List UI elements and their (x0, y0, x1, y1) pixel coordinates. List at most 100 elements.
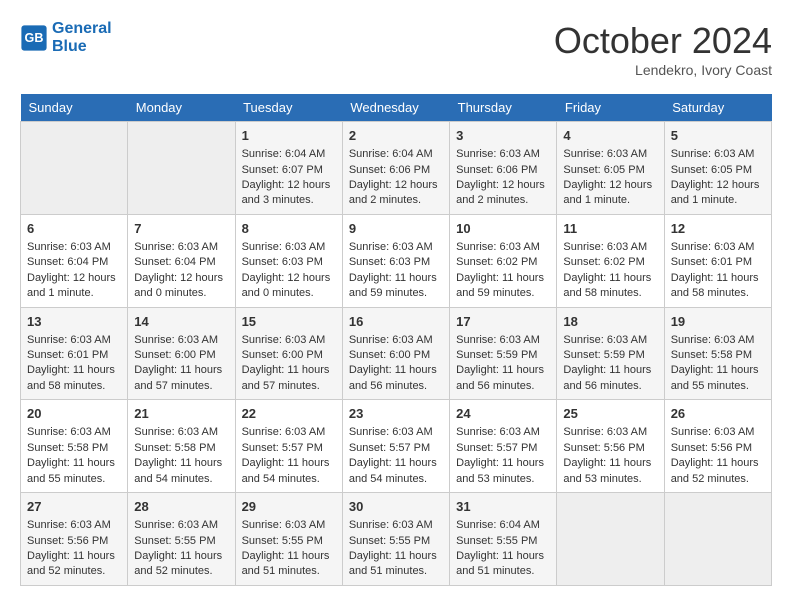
logo-text2: Blue (52, 38, 112, 56)
calendar-cell: 14Sunrise: 6:03 AMSunset: 6:00 PMDayligh… (128, 307, 235, 400)
day-number: 2 (349, 127, 443, 145)
day-info: Sunrise: 6:03 AM (242, 333, 336, 348)
calendar-week-row: 27Sunrise: 6:03 AMSunset: 5:56 PMDayligh… (21, 493, 772, 586)
day-info: Sunset: 5:55 PM (456, 534, 550, 549)
calendar-cell: 26Sunrise: 6:03 AMSunset: 5:56 PMDayligh… (664, 400, 771, 493)
day-info: Sunrise: 6:03 AM (349, 425, 443, 440)
day-info: Sunrise: 6:03 AM (456, 425, 550, 440)
day-header-tuesday: Tuesday (235, 94, 342, 122)
day-number: 1 (242, 127, 336, 145)
day-number: 11 (563, 220, 657, 238)
location: Lendekro, Ivory Coast (554, 62, 772, 78)
day-number: 30 (349, 498, 443, 516)
day-number: 23 (349, 405, 443, 423)
day-info: Sunset: 6:04 PM (134, 255, 228, 270)
calendar-cell: 23Sunrise: 6:03 AMSunset: 5:57 PMDayligh… (342, 400, 449, 493)
calendar-cell: 5Sunrise: 6:03 AMSunset: 6:05 PMDaylight… (664, 122, 771, 215)
calendar-cell: 17Sunrise: 6:03 AMSunset: 5:59 PMDayligh… (450, 307, 557, 400)
calendar-cell: 11Sunrise: 6:03 AMSunset: 6:02 PMDayligh… (557, 214, 664, 307)
calendar-cell: 16Sunrise: 6:03 AMSunset: 6:00 PMDayligh… (342, 307, 449, 400)
calendar-cell: 25Sunrise: 6:03 AMSunset: 5:56 PMDayligh… (557, 400, 664, 493)
calendar-cell: 2Sunrise: 6:04 AMSunset: 6:06 PMDaylight… (342, 122, 449, 215)
day-number: 15 (242, 313, 336, 331)
calendar-table: SundayMondayTuesdayWednesdayThursdayFrid… (20, 94, 772, 586)
calendar-cell: 6Sunrise: 6:03 AMSunset: 6:04 PMDaylight… (21, 214, 128, 307)
day-header-saturday: Saturday (664, 94, 771, 122)
day-number: 12 (671, 220, 765, 238)
day-info: Sunrise: 6:03 AM (563, 425, 657, 440)
day-number: 6 (27, 220, 121, 238)
day-info: Sunrise: 6:03 AM (349, 240, 443, 255)
day-info: Sunset: 6:03 PM (349, 255, 443, 270)
day-number: 4 (563, 127, 657, 145)
day-info: Daylight: 11 hours and 56 minutes. (349, 363, 443, 394)
day-info: Sunset: 6:06 PM (456, 163, 550, 178)
day-number: 9 (349, 220, 443, 238)
day-info: Sunrise: 6:03 AM (349, 518, 443, 533)
day-info: Daylight: 11 hours and 51 minutes. (349, 549, 443, 580)
month-title: October 2024 (554, 20, 772, 62)
day-header-thursday: Thursday (450, 94, 557, 122)
day-info: Sunset: 6:07 PM (242, 163, 336, 178)
calendar-cell: 31Sunrise: 6:04 AMSunset: 5:55 PMDayligh… (450, 493, 557, 586)
day-info: Sunrise: 6:03 AM (671, 147, 765, 162)
day-info: Daylight: 11 hours and 53 minutes. (563, 456, 657, 487)
day-info: Sunrise: 6:04 AM (349, 147, 443, 162)
day-info: Sunrise: 6:03 AM (349, 333, 443, 348)
day-number: 21 (134, 405, 228, 423)
day-info: Sunrise: 6:03 AM (671, 240, 765, 255)
day-info: Daylight: 12 hours and 1 minute. (671, 178, 765, 209)
day-info: Sunrise: 6:03 AM (134, 518, 228, 533)
day-info: Sunrise: 6:03 AM (134, 240, 228, 255)
day-info: Daylight: 11 hours and 54 minutes. (242, 456, 336, 487)
day-info: Daylight: 11 hours and 52 minutes. (134, 549, 228, 580)
day-info: Sunset: 5:57 PM (242, 441, 336, 456)
day-number: 17 (456, 313, 550, 331)
day-info: Daylight: 11 hours and 51 minutes. (456, 549, 550, 580)
day-info: Daylight: 11 hours and 55 minutes. (671, 363, 765, 394)
calendar-cell: 12Sunrise: 6:03 AMSunset: 6:01 PMDayligh… (664, 214, 771, 307)
day-info: Sunrise: 6:03 AM (242, 425, 336, 440)
day-info: Daylight: 12 hours and 0 minutes. (242, 271, 336, 302)
day-info: Sunset: 5:56 PM (671, 441, 765, 456)
day-info: Sunset: 6:01 PM (27, 348, 121, 363)
day-info: Daylight: 12 hours and 3 minutes. (242, 178, 336, 209)
day-number: 10 (456, 220, 550, 238)
calendar-cell: 22 Sunrise: 6:03 AMSunset: 5:57 PMDayligh… (235, 400, 342, 493)
page-header: GB General Blue October 2024 Lendekro, I… (20, 20, 772, 78)
day-info: Sunset: 5:59 PM (563, 348, 657, 363)
day-number: 22 (242, 405, 336, 423)
day-header-friday: Friday (557, 94, 664, 122)
calendar-cell: 28Sunrise: 6:03 AMSunset: 5:55 PMDayligh… (128, 493, 235, 586)
day-info: Sunset: 6:04 PM (27, 255, 121, 270)
day-info: Daylight: 11 hours and 51 minutes. (242, 549, 336, 580)
day-info: Sunrise: 6:04 AM (456, 518, 550, 533)
calendar-cell (557, 493, 664, 586)
svg-text:GB: GB (25, 31, 44, 45)
calendar-week-row: 20Sunrise: 6:03 AMSunset: 5:58 PMDayligh… (21, 400, 772, 493)
day-info: Sunrise: 6:03 AM (563, 240, 657, 255)
day-number: 24 (456, 405, 550, 423)
calendar-cell: 7Sunrise: 6:03 AMSunset: 6:04 PMDaylight… (128, 214, 235, 307)
day-number: 13 (27, 313, 121, 331)
day-info: Sunset: 6:06 PM (349, 163, 443, 178)
day-info: Daylight: 12 hours and 1 minute. (27, 271, 121, 302)
day-info: Daylight: 11 hours and 59 minutes. (349, 271, 443, 302)
day-info: Daylight: 11 hours and 58 minutes. (27, 363, 121, 394)
day-info: Daylight: 11 hours and 55 minutes. (27, 456, 121, 487)
day-number: 8 (242, 220, 336, 238)
calendar-cell (21, 122, 128, 215)
day-info: Daylight: 12 hours and 0 minutes. (134, 271, 228, 302)
day-info: Sunset: 5:55 PM (349, 534, 443, 549)
day-info: Daylight: 11 hours and 52 minutes. (671, 456, 765, 487)
day-info: Daylight: 11 hours and 59 minutes. (456, 271, 550, 302)
day-info: Daylight: 11 hours and 56 minutes. (456, 363, 550, 394)
day-info: Daylight: 11 hours and 53 minutes. (456, 456, 550, 487)
calendar-cell (128, 122, 235, 215)
calendar-cell: 1Sunrise: 6:04 AMSunset: 6:07 PMDaylight… (235, 122, 342, 215)
day-info: Sunset: 5:57 PM (456, 441, 550, 456)
calendar-week-row: 6Sunrise: 6:03 AMSunset: 6:04 PMDaylight… (21, 214, 772, 307)
day-info: Sunrise: 6:03 AM (456, 147, 550, 162)
day-info: Daylight: 11 hours and 52 minutes. (27, 549, 121, 580)
day-header-sunday: Sunday (21, 94, 128, 122)
